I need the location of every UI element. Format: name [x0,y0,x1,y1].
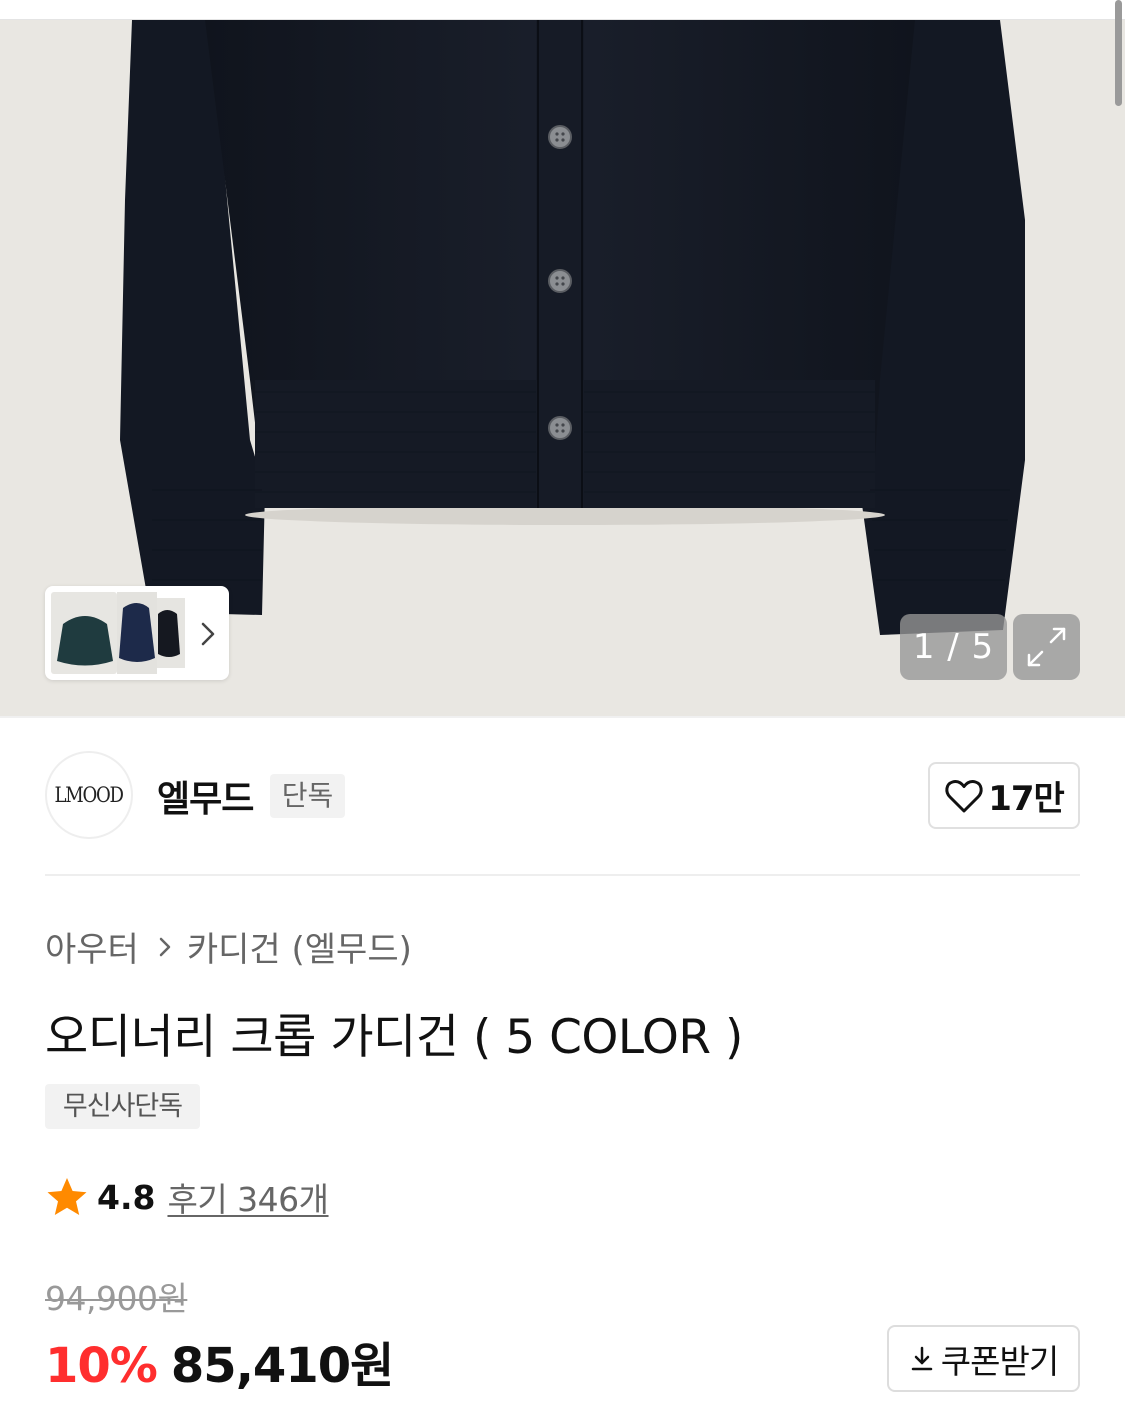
exclusive-tag: 무신사단독 [45,1084,200,1129]
top-bar [0,0,1125,20]
rating-score: 4.8 [97,1177,156,1217]
gallery-divider [0,716,1125,718]
like-count: 17만 [988,779,1065,819]
section-divider [45,874,1080,876]
color-thumbnail-strip[interactable] [45,586,229,680]
download-icon [911,1346,933,1370]
coupon-label: 쿠폰받기 [940,1341,1059,1381]
expand-button[interactable] [1013,614,1080,680]
brand-name[interactable]: 엘무드 [157,770,254,822]
brand-logo-text: LMOOD [54,783,124,807]
image-counter: 1 / 5 [900,614,1007,680]
review-link[interactable]: 후기 346개 [167,1173,329,1221]
expand-arrows-icon [1027,627,1066,667]
coupon-button[interactable]: 쿠폰받기 [887,1325,1080,1392]
chevron-right-icon[interactable] [196,618,220,650]
chevron-right-icon [159,937,171,956]
original-price: 94,900원 [45,1279,188,1318]
rating-row: 4.8 후기 346개 [45,1173,329,1221]
product-title: 오디너리 크롭 가디건 ( 5 COLOR ) [45,1010,743,1065]
heart-outline-icon [945,779,983,812]
sale-price: 85,410원 [170,1338,394,1394]
breadcrumb-item[interactable]: 카디건 (엘무드) [187,922,412,971]
brand-logo[interactable]: LMOOD [45,751,133,839]
brand-exclusive-badge: 단독 [270,774,345,818]
page-scrollbar[interactable] [1115,0,1122,106]
like-button[interactable]: 17만 [928,762,1080,829]
breadcrumb-item[interactable]: 아우터 [45,922,139,971]
price-row: 10% 85,410원 [45,1326,394,1396]
star-icon [47,1178,87,1215]
discount-rate: 10% [45,1338,158,1394]
breadcrumb: 아우터 카디건 (엘무드) [45,922,412,971]
